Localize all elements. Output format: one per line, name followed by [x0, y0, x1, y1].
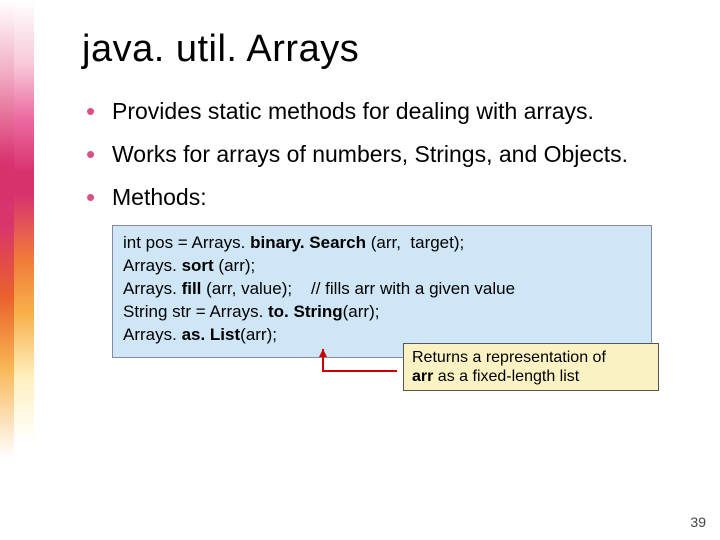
bullet-item: Provides static methods for dealing with…: [82, 97, 688, 126]
bullet-text: Provides static methods for dealing with…: [112, 98, 594, 124]
code-line: Arrays. fill (arr, value); // fills arr …: [123, 278, 641, 301]
code-line: int pos = Arrays. binary. Search (arr, t…: [123, 232, 641, 255]
slide-title: java. util. Arrays: [82, 28, 688, 71]
slide-content: java. util. Arrays Provides static metho…: [34, 0, 720, 540]
code-box: int pos = Arrays. binary. Search (arr, t…: [112, 225, 652, 358]
page-number: 39: [690, 514, 706, 530]
decorative-side-gradient: [0, 0, 34, 540]
bullet-text: Works for arrays of numbers, Strings, an…: [112, 141, 628, 167]
code-line: Arrays. sort (arr);: [123, 255, 641, 278]
callout-line: arr as a fixed-length list: [412, 367, 650, 386]
code-line: String str = Arrays. to. String(arr);: [123, 301, 641, 324]
bullet-item: Works for arrays of numbers, Strings, an…: [82, 140, 688, 169]
bullet-text: Methods:: [112, 184, 207, 210]
callout-box: Returns a representation of arr as a fix…: [403, 343, 659, 391]
callout-line: Returns a representation of: [412, 348, 650, 367]
bullet-list: Provides static methods for dealing with…: [82, 97, 688, 211]
bullet-item: Methods:: [82, 183, 688, 212]
